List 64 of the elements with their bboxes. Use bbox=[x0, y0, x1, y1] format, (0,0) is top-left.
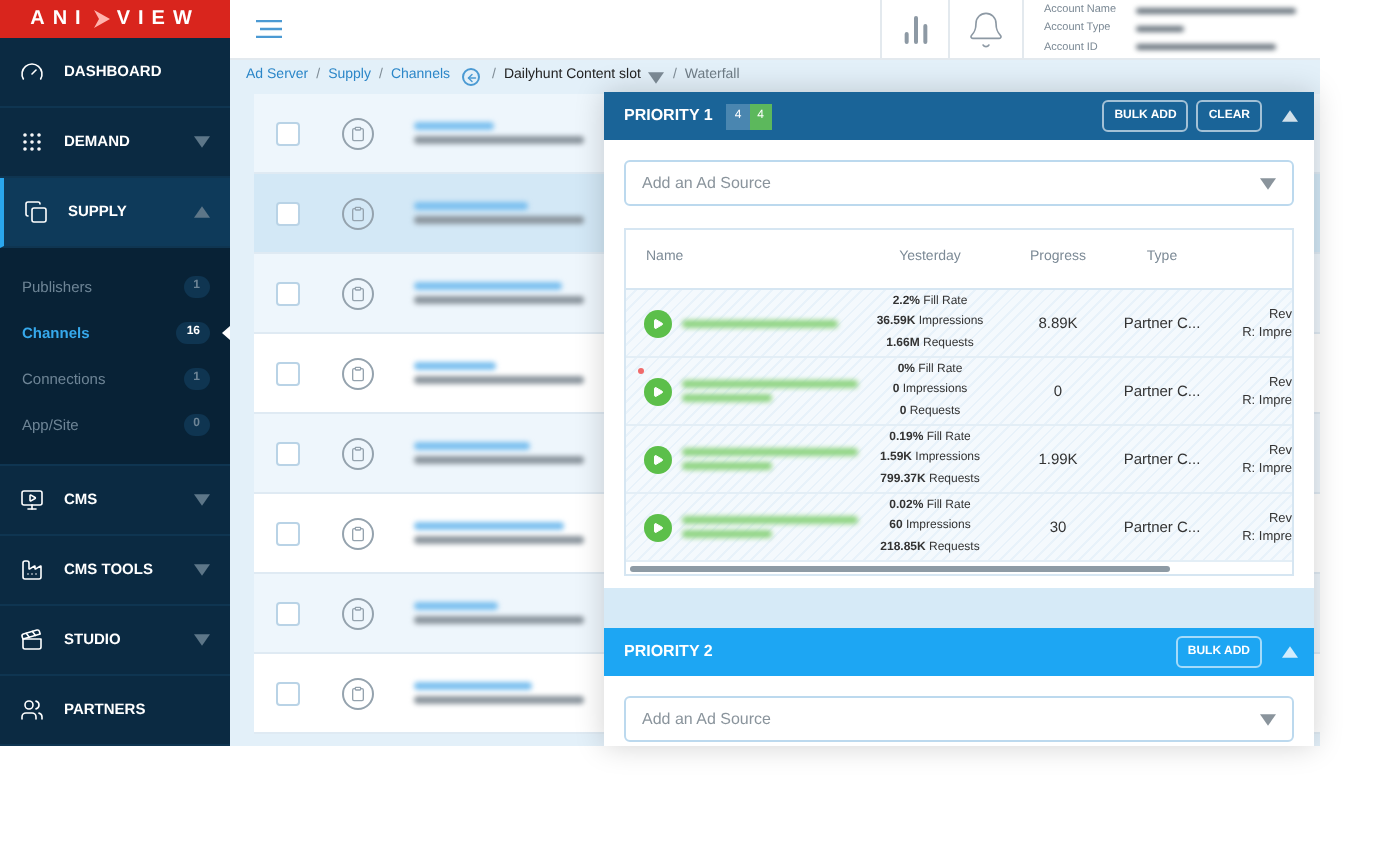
checkbox[interactable] bbox=[276, 681, 300, 705]
checkbox[interactable] bbox=[276, 281, 300, 305]
play-button[interactable] bbox=[644, 513, 672, 541]
play-icon bbox=[652, 317, 664, 329]
people-icon bbox=[20, 698, 44, 722]
clipboard-icon[interactable] bbox=[342, 437, 374, 469]
bar-chart-icon[interactable] bbox=[899, 13, 931, 45]
gauge-icon bbox=[20, 60, 44, 84]
play-button[interactable] bbox=[644, 377, 672, 405]
triangle-icon bbox=[94, 10, 111, 28]
menu-icon[interactable] bbox=[256, 20, 282, 38]
ad-source-dropdown[interactable]: Add an Ad Source bbox=[624, 696, 1294, 742]
play-button[interactable] bbox=[644, 445, 672, 473]
checkbox[interactable] bbox=[276, 521, 300, 545]
caret-icon bbox=[194, 634, 210, 646]
blurred-text bbox=[682, 394, 772, 402]
clipboard-icon[interactable] bbox=[342, 677, 374, 709]
logo-text: ANI bbox=[30, 6, 89, 34]
logo-text: VIEW bbox=[116, 6, 200, 34]
clipboard-icon[interactable] bbox=[342, 197, 374, 229]
clipboard-icon[interactable] bbox=[342, 357, 374, 389]
play-button[interactable] bbox=[644, 309, 672, 337]
clipboard-icon[interactable] bbox=[342, 117, 374, 149]
blurred-text bbox=[414, 122, 494, 130]
caret-icon bbox=[194, 494, 210, 506]
pointer-icon bbox=[222, 326, 230, 340]
play-icon bbox=[652, 453, 664, 465]
caret-icon bbox=[194, 206, 210, 218]
stacked-windows-icon bbox=[24, 200, 48, 224]
clapperboard-icon bbox=[20, 628, 44, 652]
caret-icon bbox=[1282, 646, 1298, 658]
bell-icon[interactable] bbox=[966, 9, 1006, 49]
video-screen-icon bbox=[20, 488, 44, 512]
factory-icon bbox=[20, 558, 44, 582]
blurred-text bbox=[414, 362, 496, 370]
play-icon bbox=[652, 521, 664, 533]
caret-icon bbox=[648, 71, 665, 83]
clipboard-icon[interactable] bbox=[342, 597, 374, 629]
blurred-text bbox=[414, 442, 530, 450]
clipboard-icon[interactable] bbox=[342, 277, 374, 309]
checkbox[interactable] bbox=[276, 441, 300, 465]
clipboard-icon[interactable] bbox=[342, 517, 374, 549]
checkbox[interactable] bbox=[276, 361, 300, 385]
caret-icon bbox=[194, 564, 210, 576]
blurred-text bbox=[1136, 26, 1184, 32]
blurred-text bbox=[414, 202, 528, 210]
caret-icon bbox=[1282, 110, 1298, 122]
priority-title: PRIORITY 1 bbox=[624, 104, 713, 128]
blurred-text bbox=[682, 530, 772, 538]
priority-title: PRIORITY 2 bbox=[624, 640, 713, 664]
caret-icon bbox=[194, 136, 210, 148]
back-button[interactable] bbox=[462, 68, 481, 86]
checkbox[interactable] bbox=[276, 201, 300, 225]
ad-source-dropdown[interactable]: Add an Ad Source bbox=[624, 160, 1294, 206]
blurred-text bbox=[1136, 44, 1276, 51]
grid-dots-icon bbox=[20, 130, 44, 154]
checkbox[interactable] bbox=[276, 121, 300, 145]
blurred-text bbox=[414, 682, 532, 690]
blurred-text bbox=[414, 602, 498, 610]
caret-icon bbox=[1260, 713, 1276, 725]
blurred-text bbox=[682, 462, 772, 470]
scrollbar[interactable] bbox=[630, 565, 1170, 571]
checkbox[interactable] bbox=[276, 601, 300, 625]
play-icon bbox=[652, 385, 664, 397]
